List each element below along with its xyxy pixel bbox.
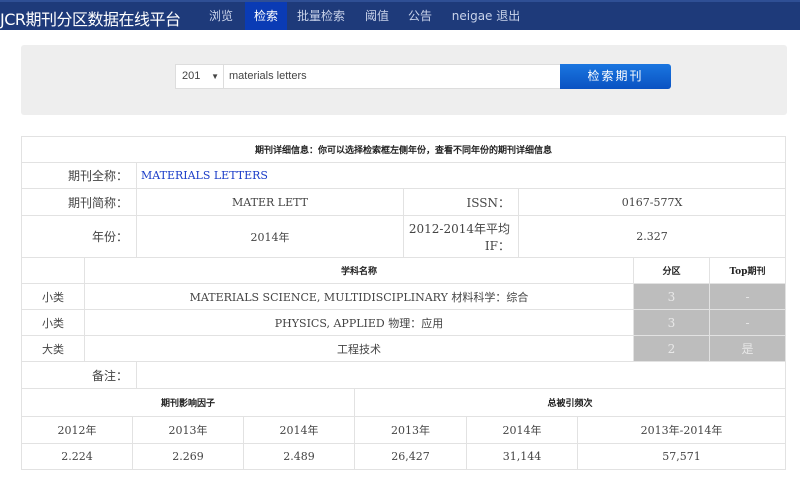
nav-announcement[interactable]: 公告: [403, 2, 437, 30]
subject-name: 工程技术: [84, 335, 634, 362]
note-label: 备注：: [21, 361, 137, 389]
year-value: 2014年: [136, 215, 404, 258]
impact-table: 期刊影响因子 总被引频次 2012年 2013年 2014年 2013年 2014年 201…: [20, 388, 787, 470]
subject-name: MATERIALS SCIENCE, MULTIDISCIPLINARY 材料科…: [84, 283, 634, 310]
avg-if-value: 2.327: [517, 215, 787, 258]
year-cell: 2014年: [466, 416, 579, 444]
year-cell: 2013年: [132, 416, 244, 444]
subject-type: 小类: [21, 283, 85, 310]
subject-type: 大类: [21, 335, 85, 362]
value-cell: 2.269: [132, 443, 244, 470]
year-cell: 2013年: [354, 416, 468, 444]
zone-header: 分区: [633, 257, 710, 284]
chevron-down-icon: ▼: [211, 72, 219, 81]
value-cell: 26,427: [354, 443, 468, 470]
avg-if-label: 2012-2014年平均IF：: [403, 215, 519, 258]
subject-zone: 3: [633, 283, 710, 310]
abbr-value: MATER LETT: [136, 188, 404, 216]
abbr-label: 期刊简称：: [21, 188, 137, 216]
nav-browse[interactable]: 浏览: [202, 2, 240, 30]
nav-logout[interactable]: neigae 退出: [448, 2, 524, 30]
subject-name: PHYSICS, APPLIED 物理：应用: [84, 309, 634, 336]
note-table: 备注：: [21, 361, 786, 389]
subject-zone: 3: [633, 309, 710, 336]
value-cell: 2.489: [242, 443, 356, 470]
value-cell: 57,571: [577, 443, 787, 470]
subject-top: -: [709, 283, 786, 310]
search-input[interactable]: materials letters: [223, 64, 561, 89]
search-button[interactable]: 检索期刊: [560, 64, 671, 89]
brand-title: JCR期刊分区数据在线平台: [0, 10, 181, 29]
year-select[interactable]: 201 ▼: [175, 64, 224, 89]
issn-value: 0167-577X: [517, 188, 787, 216]
subject-zone: 2: [633, 335, 710, 362]
table-row: 小类 MATERIALS SCIENCE, MULTIDISCIPLINARY 材…: [21, 283, 786, 310]
subject-type: 小类: [21, 309, 85, 336]
year-select-value: 201: [182, 70, 201, 82]
year-label: 年份：: [21, 215, 137, 258]
full-name-link[interactable]: MATERIALS LETTERS: [141, 169, 268, 182]
value-cell: 2.224: [21, 443, 133, 470]
subject-table: 学科名称 分区 Top期刊 小类 MATERIALS SCIENCE, MULTIDI…: [21, 257, 786, 362]
subject-top: -: [709, 309, 786, 336]
if-header: 期刊影响因子: [20, 388, 356, 417]
value-cell: 31,144: [466, 443, 579, 470]
nav-threshold[interactable]: 阈值: [360, 2, 394, 30]
note-value: [136, 361, 786, 389]
subject-top: 是: [709, 335, 786, 362]
year-cell: 2014年: [242, 416, 356, 444]
nav-batch-search[interactable]: 批量检索: [292, 2, 350, 30]
top-header: Top期刊: [709, 257, 786, 284]
journal-info-table: 期刊详细信息：你可以选择检索框左侧年份，查看不同年份的期刊详细信息 期刊全称： M…: [20, 136, 787, 258]
nav-search[interactable]: 检索: [245, 2, 287, 30]
table-row: 小类 PHYSICS, APPLIED 物理：应用 3-: [21, 309, 786, 336]
year-cell: 2013年-2014年: [577, 416, 787, 444]
full-name-label: 期刊全称：: [21, 162, 137, 189]
issn-label: ISSN：: [403, 188, 519, 216]
detail-header: 期刊详细信息：你可以选择检索框左侧年份，查看不同年份的期刊详细信息: [20, 136, 787, 163]
subject-header: 学科名称: [84, 257, 634, 284]
table-row: 大类 工程技术 2 是: [21, 335, 786, 362]
cite-header: 总被引频次: [354, 388, 787, 417]
top-nav: JCR期刊分区数据在线平台 浏览 检索 批量检索 阈值 公告 neigae 退出: [0, 0, 800, 30]
year-cell: 2012年: [21, 416, 133, 444]
